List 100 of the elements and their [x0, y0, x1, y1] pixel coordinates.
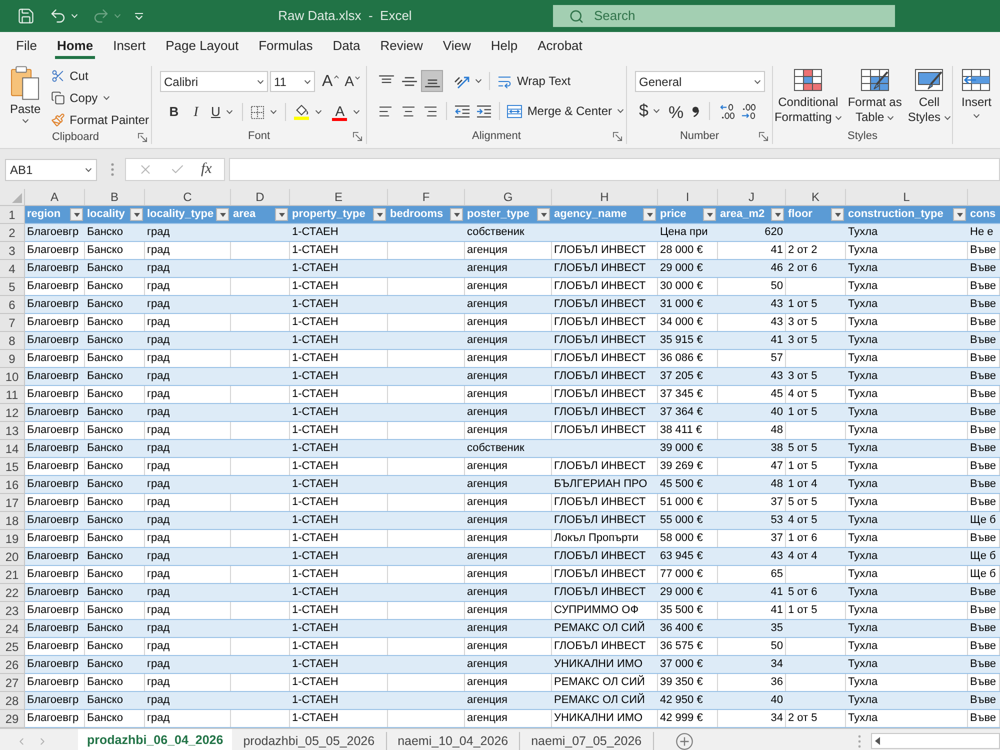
- row-number[interactable]: 8: [0, 332, 25, 350]
- column-header[interactable]: I: [658, 189, 718, 205]
- insert-function-button[interactable]: fx: [200, 162, 212, 177]
- row-number[interactable]: 2: [0, 224, 25, 242]
- paste-button[interactable]: Paste: [6, 66, 45, 131]
- menu-tab[interactable]: Page Layout: [164, 32, 241, 59]
- menu-tab[interactable]: Help: [488, 32, 520, 59]
- cell-styles-button[interactable]: Cell Styles: [906, 67, 953, 128]
- filter-button[interactable]: [831, 208, 844, 221]
- dialog-launcher-icon[interactable]: [613, 132, 622, 140]
- row-number[interactable]: 16: [0, 476, 25, 494]
- menu-tab[interactable]: Data: [330, 32, 362, 59]
- filter-button[interactable]: [953, 208, 966, 221]
- italic-button[interactable]: I: [186, 102, 206, 122]
- row-number[interactable]: 25: [0, 638, 25, 656]
- name-box[interactable]: AB1: [5, 158, 97, 180]
- comma-style-icon[interactable]: [692, 106, 699, 116]
- row-number[interactable]: 28: [0, 692, 25, 710]
- row-number[interactable]: 19: [0, 530, 25, 548]
- decrease-indent-icon[interactable]: [455, 104, 470, 118]
- undo-button[interactable]: [49, 7, 78, 25]
- bold-button[interactable]: B: [164, 102, 184, 122]
- add-sheet-icon[interactable]: [676, 732, 693, 750]
- row-number[interactable]: 14: [0, 440, 25, 458]
- column-header[interactable]: K: [786, 189, 846, 205]
- menu-tab[interactable]: Home: [54, 32, 96, 59]
- row-number[interactable]: 29: [0, 710, 25, 728]
- menu-tab[interactable]: View: [440, 32, 473, 59]
- column-header[interactable]: F: [388, 189, 465, 205]
- row-number[interactable]: 12: [0, 404, 25, 422]
- filter-button[interactable]: [703, 208, 716, 221]
- filter-button[interactable]: [643, 208, 656, 221]
- filter-button[interactable]: [130, 208, 143, 221]
- wrap-text-button[interactable]: Wrap Text: [495, 70, 573, 92]
- column-header[interactable]: E: [290, 189, 388, 205]
- bottom-align-button[interactable]: [421, 70, 443, 92]
- column-header[interactable]: G: [465, 189, 552, 205]
- font-name-dropdown[interactable]: Calibri: [160, 71, 268, 92]
- column-header[interactable]: J: [718, 189, 786, 205]
- format-painter-button[interactable]: Format Painter: [48, 109, 151, 131]
- dialog-launcher-icon[interactable]: [138, 133, 147, 142]
- sheet-tab[interactable]: naemi_10_04_2026: [386, 732, 520, 750]
- menu-tab[interactable]: Formulas: [256, 32, 315, 59]
- menu-tab[interactable]: File: [14, 32, 39, 59]
- filter-button[interactable]: [216, 208, 229, 221]
- row-number[interactable]: 4: [0, 260, 25, 278]
- conditional-formatting-button[interactable]: Conditional Formatting: [772, 67, 844, 128]
- row-number[interactable]: 13: [0, 422, 25, 440]
- formula-input[interactable]: [229, 158, 1000, 181]
- row-number[interactable]: 26: [0, 656, 25, 674]
- sheet-tab[interactable]: prodazhbi_06_04_2026: [78, 729, 232, 750]
- menu-tab[interactable]: Review: [378, 32, 425, 59]
- row-number[interactable]: 18: [0, 512, 25, 530]
- grow-font-button[interactable]: A: [320, 71, 341, 92]
- cut-button[interactable]: Cut: [48, 65, 151, 87]
- dialog-launcher-icon[interactable]: [353, 132, 362, 140]
- row-number[interactable]: 7: [0, 314, 25, 332]
- row-number[interactable]: 24: [0, 620, 25, 638]
- row-number[interactable]: 22: [0, 584, 25, 602]
- font-size-dropdown[interactable]: 11: [270, 71, 315, 92]
- row-number[interactable]: 5: [0, 278, 25, 296]
- column-header[interactable]: B: [85, 189, 145, 205]
- row-number[interactable]: 3: [0, 242, 25, 260]
- currency-button[interactable]: $: [639, 100, 660, 122]
- column-header[interactable]: C: [145, 189, 231, 205]
- increase-decimal-icon[interactable]: [720, 104, 735, 118]
- row-number[interactable]: 20: [0, 548, 25, 566]
- filter-button[interactable]: [70, 208, 83, 221]
- row-number[interactable]: 10: [0, 368, 25, 386]
- filter-button[interactable]: [373, 208, 386, 221]
- sheet-tab[interactable]: prodazhbi_05_05_2026: [232, 732, 387, 750]
- format-as-table-button[interactable]: Format as Table: [846, 67, 904, 128]
- column-header[interactable]: H: [552, 189, 658, 205]
- font-color-button[interactable]: A: [330, 102, 362, 122]
- fill-color-button[interactable]: [292, 102, 324, 122]
- increase-indent-icon[interactable]: [476, 104, 492, 118]
- merge-center-button[interactable]: Merge & Center: [505, 100, 626, 122]
- filter-button[interactable]: [537, 208, 550, 221]
- menu-tab[interactable]: Acrobat: [536, 32, 584, 59]
- scroll-left-icon[interactable]: [875, 737, 880, 746]
- filter-button[interactable]: [771, 208, 784, 221]
- column-header[interactable]: A: [25, 189, 85, 205]
- number-format-dropdown[interactable]: General: [635, 71, 765, 92]
- insert-cells-button[interactable]: Insert: [959, 67, 994, 128]
- copy-button[interactable]: Copy: [48, 87, 151, 109]
- column-header[interactable]: L: [846, 189, 968, 205]
- row-number[interactable]: 1: [0, 206, 25, 224]
- sheet-tab[interactable]: naemi_07_05_2026: [520, 732, 654, 750]
- shrink-font-button[interactable]: A: [342, 71, 362, 92]
- menu-tab[interactable]: Insert: [111, 32, 148, 59]
- row-number[interactable]: 6: [0, 296, 25, 314]
- column-header[interactable]: D: [231, 189, 290, 205]
- dialog-launcher-icon[interactable]: [759, 132, 768, 140]
- row-number[interactable]: 9: [0, 350, 25, 368]
- decrease-decimal-icon[interactable]: [740, 104, 756, 118]
- row-number[interactable]: 21: [0, 566, 25, 584]
- row-number[interactable]: 17: [0, 494, 25, 512]
- filter-button[interactable]: [275, 208, 288, 221]
- row-number[interactable]: 11: [0, 386, 25, 404]
- percent-button[interactable]: %: [666, 100, 686, 122]
